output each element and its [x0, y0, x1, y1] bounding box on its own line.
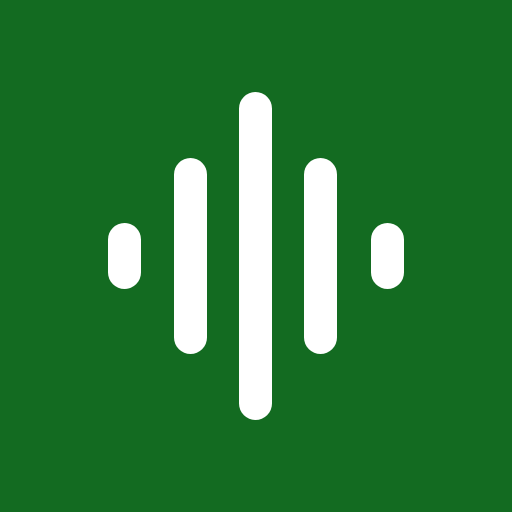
- waveform-bar: [371, 223, 404, 289]
- app-icon: [0, 0, 512, 512]
- waveform-bar: [174, 158, 207, 354]
- waveform-bar: [239, 92, 272, 420]
- waveform-bar: [108, 223, 141, 289]
- waveform-bar: [304, 158, 337, 354]
